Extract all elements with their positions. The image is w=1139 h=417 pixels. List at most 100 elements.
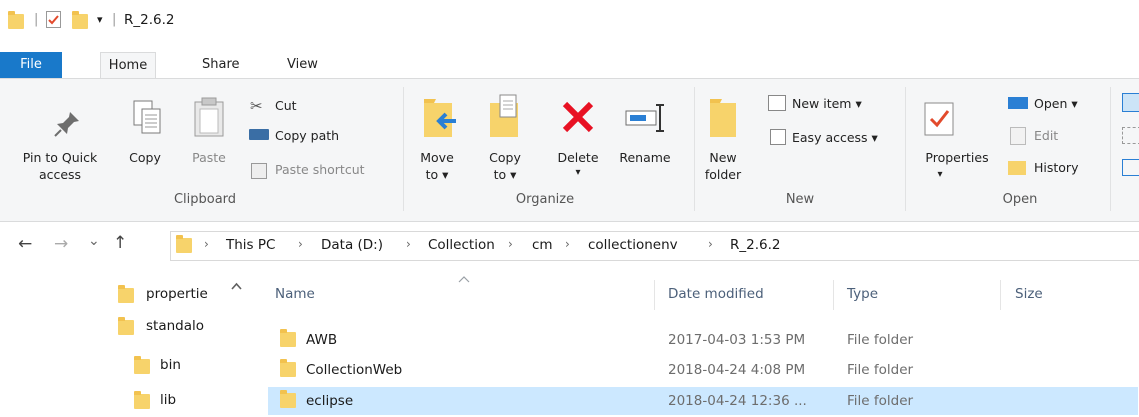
file-name: AWB (306, 332, 338, 348)
qat-dropdown-icon[interactable]: ▾ (97, 13, 103, 26)
properties-label: Properties (925, 150, 989, 165)
open-icon (1008, 97, 1028, 109)
delete-icon (560, 99, 596, 139)
file-type: File folder (847, 332, 914, 348)
tab-file[interactable]: File (0, 52, 62, 78)
edit-icon (1010, 127, 1026, 145)
column-separator[interactable] (1000, 280, 1001, 310)
history-button[interactable]: History (1034, 159, 1078, 176)
properties-check-icon[interactable] (46, 11, 61, 28)
file-date: 2017-04-03 1:53 PM (668, 332, 806, 348)
file-type: File folder (847, 393, 914, 409)
group-separator (1110, 87, 1111, 211)
chevron-right-icon[interactable]: › (508, 237, 513, 251)
file-type: File folder (847, 362, 914, 378)
easy-access-icon (770, 129, 786, 145)
column-header-size[interactable]: Size (1015, 286, 1043, 302)
nav-item[interactable]: propertie (118, 282, 228, 308)
new-item-icon (768, 95, 786, 111)
tab-home[interactable]: Home (100, 52, 156, 79)
new-group-label: New (785, 192, 815, 207)
rename-button[interactable]: Rename (612, 149, 678, 166)
column-header-type[interactable]: Type (847, 286, 878, 302)
chevron-right-icon[interactable]: › (298, 237, 303, 251)
copy-to-label-1: Copy (489, 150, 521, 165)
tab-view[interactable]: View (273, 52, 332, 78)
breadcrumb-collection[interactable]: Collection (428, 237, 495, 253)
copy-button[interactable]: Copy (125, 149, 165, 166)
navigation-pane: propertie standalo bin lib (0, 272, 245, 417)
breadcrumb-collectionenv[interactable]: collectionenv (588, 237, 678, 253)
copy-to-icon (486, 93, 524, 145)
table-row-selected[interactable]: eclipse 2018-04-24 12:36 ... File folder (268, 387, 1138, 415)
title-bar: | ▾ | R_2.6.2 (0, 0, 1139, 44)
new-folder-icon[interactable] (72, 11, 88, 29)
select-all-icon[interactable] (1122, 93, 1139, 112)
new-folder-label-1: New (709, 150, 737, 165)
copy-to-label-2: to ▾ (493, 167, 517, 182)
cut-button[interactable]: Cut (275, 97, 297, 114)
chevron-right-icon[interactable]: › (204, 237, 209, 251)
nav-item-label: propertie (146, 286, 208, 302)
folder-icon (118, 317, 134, 335)
nav-item-label: standalo (146, 318, 205, 334)
rename-icon (624, 101, 670, 139)
copy-path-icon (249, 129, 269, 140)
cut-icon: ✂ (250, 97, 263, 115)
paste-shortcut-button[interactable]: Paste shortcut (275, 161, 365, 178)
column-separator[interactable] (654, 280, 655, 310)
breadcrumb-data-d[interactable]: Data (D:) (321, 237, 383, 253)
folder-icon[interactable] (8, 11, 24, 29)
invert-selection-icon[interactable] (1122, 159, 1139, 176)
recent-locations-icon[interactable]: ⌄ (88, 233, 100, 249)
open-button[interactable]: Open ▾ (1034, 95, 1078, 112)
group-separator (694, 87, 695, 211)
forward-icon[interactable]: → (54, 234, 68, 254)
paste-icon (192, 97, 226, 145)
breadcrumb-cm[interactable]: cm (532, 237, 553, 253)
chevron-right-icon[interactable]: › (708, 237, 713, 251)
column-separator[interactable] (833, 280, 834, 310)
up-icon[interactable]: ↑ (113, 233, 127, 253)
properties-dropdown-icon[interactable]: ▾ (912, 166, 968, 183)
tab-share[interactable]: Share (188, 52, 254, 78)
file-date: 2018-04-24 12:36 ... (668, 393, 807, 409)
folder-icon (280, 329, 296, 347)
nav-scrollbar[interactable] (228, 272, 245, 417)
table-row[interactable]: AWB 2017-04-03 1:53 PM File folder (268, 326, 1138, 354)
copy-path-button[interactable]: Copy path (275, 127, 339, 144)
title-separator: | (112, 12, 117, 27)
chevron-right-icon[interactable]: › (406, 237, 411, 251)
table-row[interactable]: CollectionWeb 2018-04-24 4:08 PM File fo… (268, 356, 1138, 384)
organize-group-label: Organize (515, 192, 575, 207)
nav-item[interactable]: bin (134, 353, 224, 379)
history-icon (1008, 161, 1026, 175)
nav-item[interactable]: lib (134, 388, 224, 414)
easy-access-button[interactable]: Easy access ▾ (792, 129, 878, 146)
scroll-up-icon[interactable] (231, 282, 242, 290)
ribbon-tabs: File Home Share View (0, 52, 1139, 79)
qat-separator: | (34, 12, 39, 27)
file-name: eclipse (306, 393, 354, 409)
new-item-button[interactable]: New item ▾ (792, 95, 862, 112)
folder-icon (134, 391, 150, 409)
properties-icon (922, 99, 956, 143)
pin-label-2: access (38, 167, 82, 182)
file-date: 2018-04-24 4:08 PM (668, 362, 806, 378)
back-icon[interactable]: ← (18, 234, 32, 254)
group-separator (905, 87, 906, 211)
chevron-right-icon[interactable]: › (565, 237, 570, 251)
ribbon: Pin to Quick access Copy Paste ✂ Cut Cop… (0, 78, 1139, 222)
nav-item[interactable]: standalo (118, 314, 228, 340)
pin-icon (52, 109, 82, 143)
edit-button[interactable]: Edit (1034, 127, 1058, 144)
breadcrumb-r-2-6-2[interactable]: R_2.6.2 (730, 237, 780, 253)
paste-shortcut-icon (251, 163, 267, 179)
copy-icon (132, 99, 162, 143)
delete-dropdown-icon[interactable]: ▾ (552, 164, 604, 181)
paste-button[interactable]: Paste (185, 149, 233, 166)
breadcrumb-this-pc[interactable]: This PC (226, 237, 275, 253)
column-header-name[interactable]: Name (275, 286, 315, 302)
column-header-date-modified[interactable]: Date modified (668, 286, 764, 302)
select-none-icon[interactable] (1122, 127, 1139, 144)
